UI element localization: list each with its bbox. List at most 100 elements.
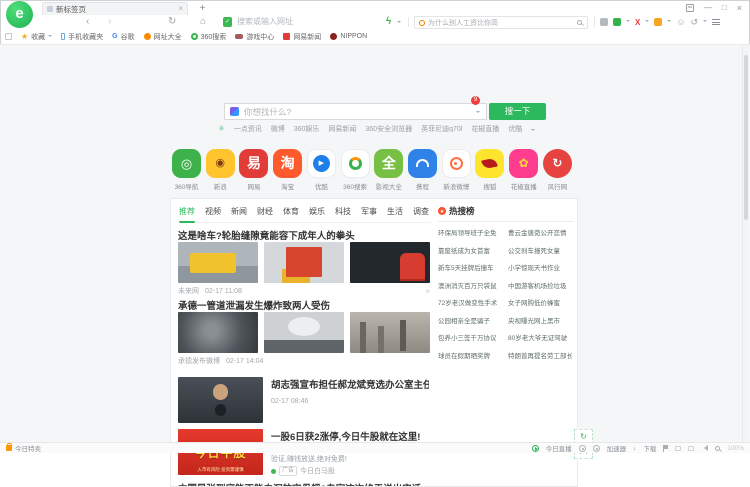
sina-eye-icon[interactable]: ◉ xyxy=(206,149,235,178)
tab-new-page[interactable]: 新标签页 × xyxy=(42,2,188,15)
tab-investigate[interactable]: 调查 xyxy=(413,206,429,217)
news-image-truck[interactable] xyxy=(178,242,258,283)
hot-search-item[interactable]: 靠废纸成为女首富 xyxy=(438,243,502,261)
news-image-politician[interactable] xyxy=(178,377,263,423)
tab-military[interactable]: 军事 xyxy=(361,206,377,217)
hot-search-item[interactable]: 环保局领导班子全免 xyxy=(438,225,502,243)
bookmark-item[interactable]: 360搜索 xyxy=(191,32,227,42)
main-search-input[interactable]: 你想找什么? xyxy=(224,103,487,120)
toolbar-search-input[interactable]: 为什么别人工资比你高 xyxy=(414,16,588,29)
chevron-down-icon[interactable] xyxy=(703,20,707,24)
hot-link[interactable]: 微博 xyxy=(271,124,285,134)
game-extension-icon[interactable] xyxy=(654,18,662,26)
hot-search-item[interactable]: 曹云金唐菀公开恋情 xyxy=(508,225,572,243)
refresh-links-icon[interactable]: ✳ xyxy=(218,125,225,133)
news-image-machinery[interactable] xyxy=(264,242,344,283)
chevron-down-icon[interactable] xyxy=(667,20,671,24)
site-shortcut-funshion[interactable]: ↻风行网 xyxy=(541,149,574,191)
weibo-eye-icon[interactable] xyxy=(442,149,471,178)
more-links-chevron-icon[interactable] xyxy=(531,129,535,133)
hot-search-item[interactable]: 80岁老大爷无证驾驶 xyxy=(508,330,572,348)
browser-logo-icon[interactable]: e xyxy=(6,1,33,28)
sohu-fox-icon[interactable] xyxy=(475,149,504,178)
news-image-tire[interactable] xyxy=(350,242,430,283)
bolt-chevron-down-icon[interactable] xyxy=(397,21,401,25)
toolbar-search-text[interactable]: 为什么别人工资比你高 xyxy=(428,18,498,28)
favorites-menu[interactable]: ★ 收藏 xyxy=(21,32,52,42)
site-shortcut-360search[interactable]: 360搜索 xyxy=(339,149,372,191)
hot-search-item[interactable]: 澳洲消灭百万只袋鼠 xyxy=(438,278,502,296)
site-shortcut-sohu[interactable]: 搜狐 xyxy=(473,149,506,191)
download-label[interactable]: 下载 xyxy=(643,443,656,453)
video-collection-icon[interactable]: 全 xyxy=(374,149,403,178)
bookmark-item[interactable]: 手机收藏夹 xyxy=(61,32,103,42)
site-shortcut-huajiao[interactable]: ✿花椒直播 xyxy=(507,149,540,191)
netease-icon[interactable]: 易 xyxy=(239,149,268,178)
hot-search-item[interactable]: 女子网购低价蜂蜜 xyxy=(508,295,572,313)
news-image-smoke[interactable] xyxy=(178,312,258,353)
bookmark-item[interactable]: 游戏中心 xyxy=(235,32,274,42)
tab-news[interactable]: 新闻 xyxy=(231,206,247,217)
hot-search-item[interactable]: 特朗普再提名劳工部长 xyxy=(508,348,572,366)
site-shortcut-yingshi[interactable]: 全影视大全 xyxy=(372,149,405,191)
site-shortcut-360nav[interactable]: ◎360导航 xyxy=(170,149,203,191)
hot-search-item[interactable]: 球员在假期晒奖牌 xyxy=(438,348,502,366)
site-shortcut-sina[interactable]: ◉新浪 xyxy=(204,149,237,191)
hot-search-item[interactable]: 包养小三签千万协议 xyxy=(438,330,502,348)
bookmark-item[interactable]: NIPPON xyxy=(330,33,367,40)
hot-search-item[interactable]: 公交刹车撞死女童 xyxy=(508,243,572,261)
search-engine-icon[interactable] xyxy=(230,107,239,116)
home-icon[interactable]: ⌂ xyxy=(200,15,206,29)
daily-deals-button[interactable]: 今日特卖 xyxy=(6,443,41,453)
360nav-icon[interactable]: ◎ xyxy=(172,149,201,178)
hot-search-item[interactable]: 72岁老汉做变性手术 xyxy=(438,295,502,313)
hot-link[interactable]: 英菲尼迪q70l xyxy=(421,124,462,134)
tab-sports[interactable]: 体育 xyxy=(283,206,299,217)
bookmark-item[interactable]: 网易新闻 xyxy=(283,32,321,42)
hot-search-item[interactable]: 中国游客机场捡垃圾 xyxy=(508,278,572,296)
hot-link[interactable]: 优酷 xyxy=(508,124,522,134)
news-image-street[interactable] xyxy=(350,312,430,353)
back-icon[interactable]: ‹ xyxy=(86,15,89,29)
hot-link[interactable]: 网易新闻 xyxy=(328,124,356,134)
tab-life[interactable]: 生活 xyxy=(387,206,403,217)
new-tab-button[interactable]: + xyxy=(196,2,209,15)
speed-bolt-icon[interactable]: ϟ xyxy=(386,15,391,29)
hot-search-item[interactable]: 新车5天挂牌后撞车 xyxy=(438,260,502,278)
download-arrow-icon[interactable]: ↓ xyxy=(633,445,636,452)
forward-icon[interactable]: › xyxy=(108,15,111,29)
tab-close-icon[interactable]: × xyxy=(178,5,183,13)
search-chevron-down-icon[interactable] xyxy=(476,111,480,115)
bookmark-item[interactable]: G谷歌 xyxy=(112,32,134,42)
360search-ring-icon[interactable] xyxy=(341,149,370,178)
chevron-down-icon[interactable] xyxy=(626,20,630,24)
hot-link[interactable]: 360娱乐 xyxy=(294,124,320,134)
layout-grid-icon[interactable] xyxy=(686,4,694,12)
security-shield-icon[interactable]: ✓ xyxy=(223,17,232,27)
close-icon[interactable]: × xyxy=(737,3,742,13)
dismiss-news-icon[interactable]: × xyxy=(425,287,430,296)
news-item[interactable]: 胡志强宣布担任郝龙斌竞选办公室主任 02-17 08:46 xyxy=(178,377,430,423)
live-play-icon[interactable] xyxy=(532,445,539,452)
site-shortcut-ctrip[interactable]: 携程 xyxy=(406,149,439,191)
incognito-face-icon[interactable]: ☺ xyxy=(676,18,685,27)
zoom-level[interactable]: 100% xyxy=(727,445,744,452)
address-bar[interactable]: 搜索或输入网址 xyxy=(237,15,293,29)
bookmark-item[interactable]: 网址大全 xyxy=(144,32,182,42)
chevron-down-icon[interactable] xyxy=(645,20,649,24)
news-headline[interactable]: 这是啥车?轮胎缝隙竟能容下成年人的拳头 xyxy=(178,228,430,242)
site-shortcut-weibo[interactable]: 新浪微博 xyxy=(440,149,473,191)
taobao-icon[interactable]: 淘 xyxy=(273,149,302,178)
ctrip-dolphin-icon[interactable] xyxy=(408,149,437,178)
refresh-icon[interactable]: ↻ xyxy=(168,15,176,29)
hot-search-item[interactable]: 公园相亲全是骗子 xyxy=(438,313,502,331)
site-shortcut-netease[interactable]: 易网易 xyxy=(237,149,270,191)
accelerator-label[interactable]: 加速器 xyxy=(607,443,627,453)
menu-icon[interactable] xyxy=(712,19,720,25)
news-headline[interactable]: 中国导弹到底能不能击沉航空母舰?专家这次终于说出实话 xyxy=(178,481,430,487)
restore-session-icon[interactable]: ↺ xyxy=(691,18,699,27)
hot-search-item[interactable]: 央视曝光网上黑市 xyxy=(508,313,572,331)
news-image-explosion[interactable] xyxy=(264,312,344,353)
news-headline[interactable]: 承德一管道泄漏发生爆炸致两人受伤 xyxy=(178,298,430,312)
hand-gesture-icon[interactable] xyxy=(600,18,608,26)
